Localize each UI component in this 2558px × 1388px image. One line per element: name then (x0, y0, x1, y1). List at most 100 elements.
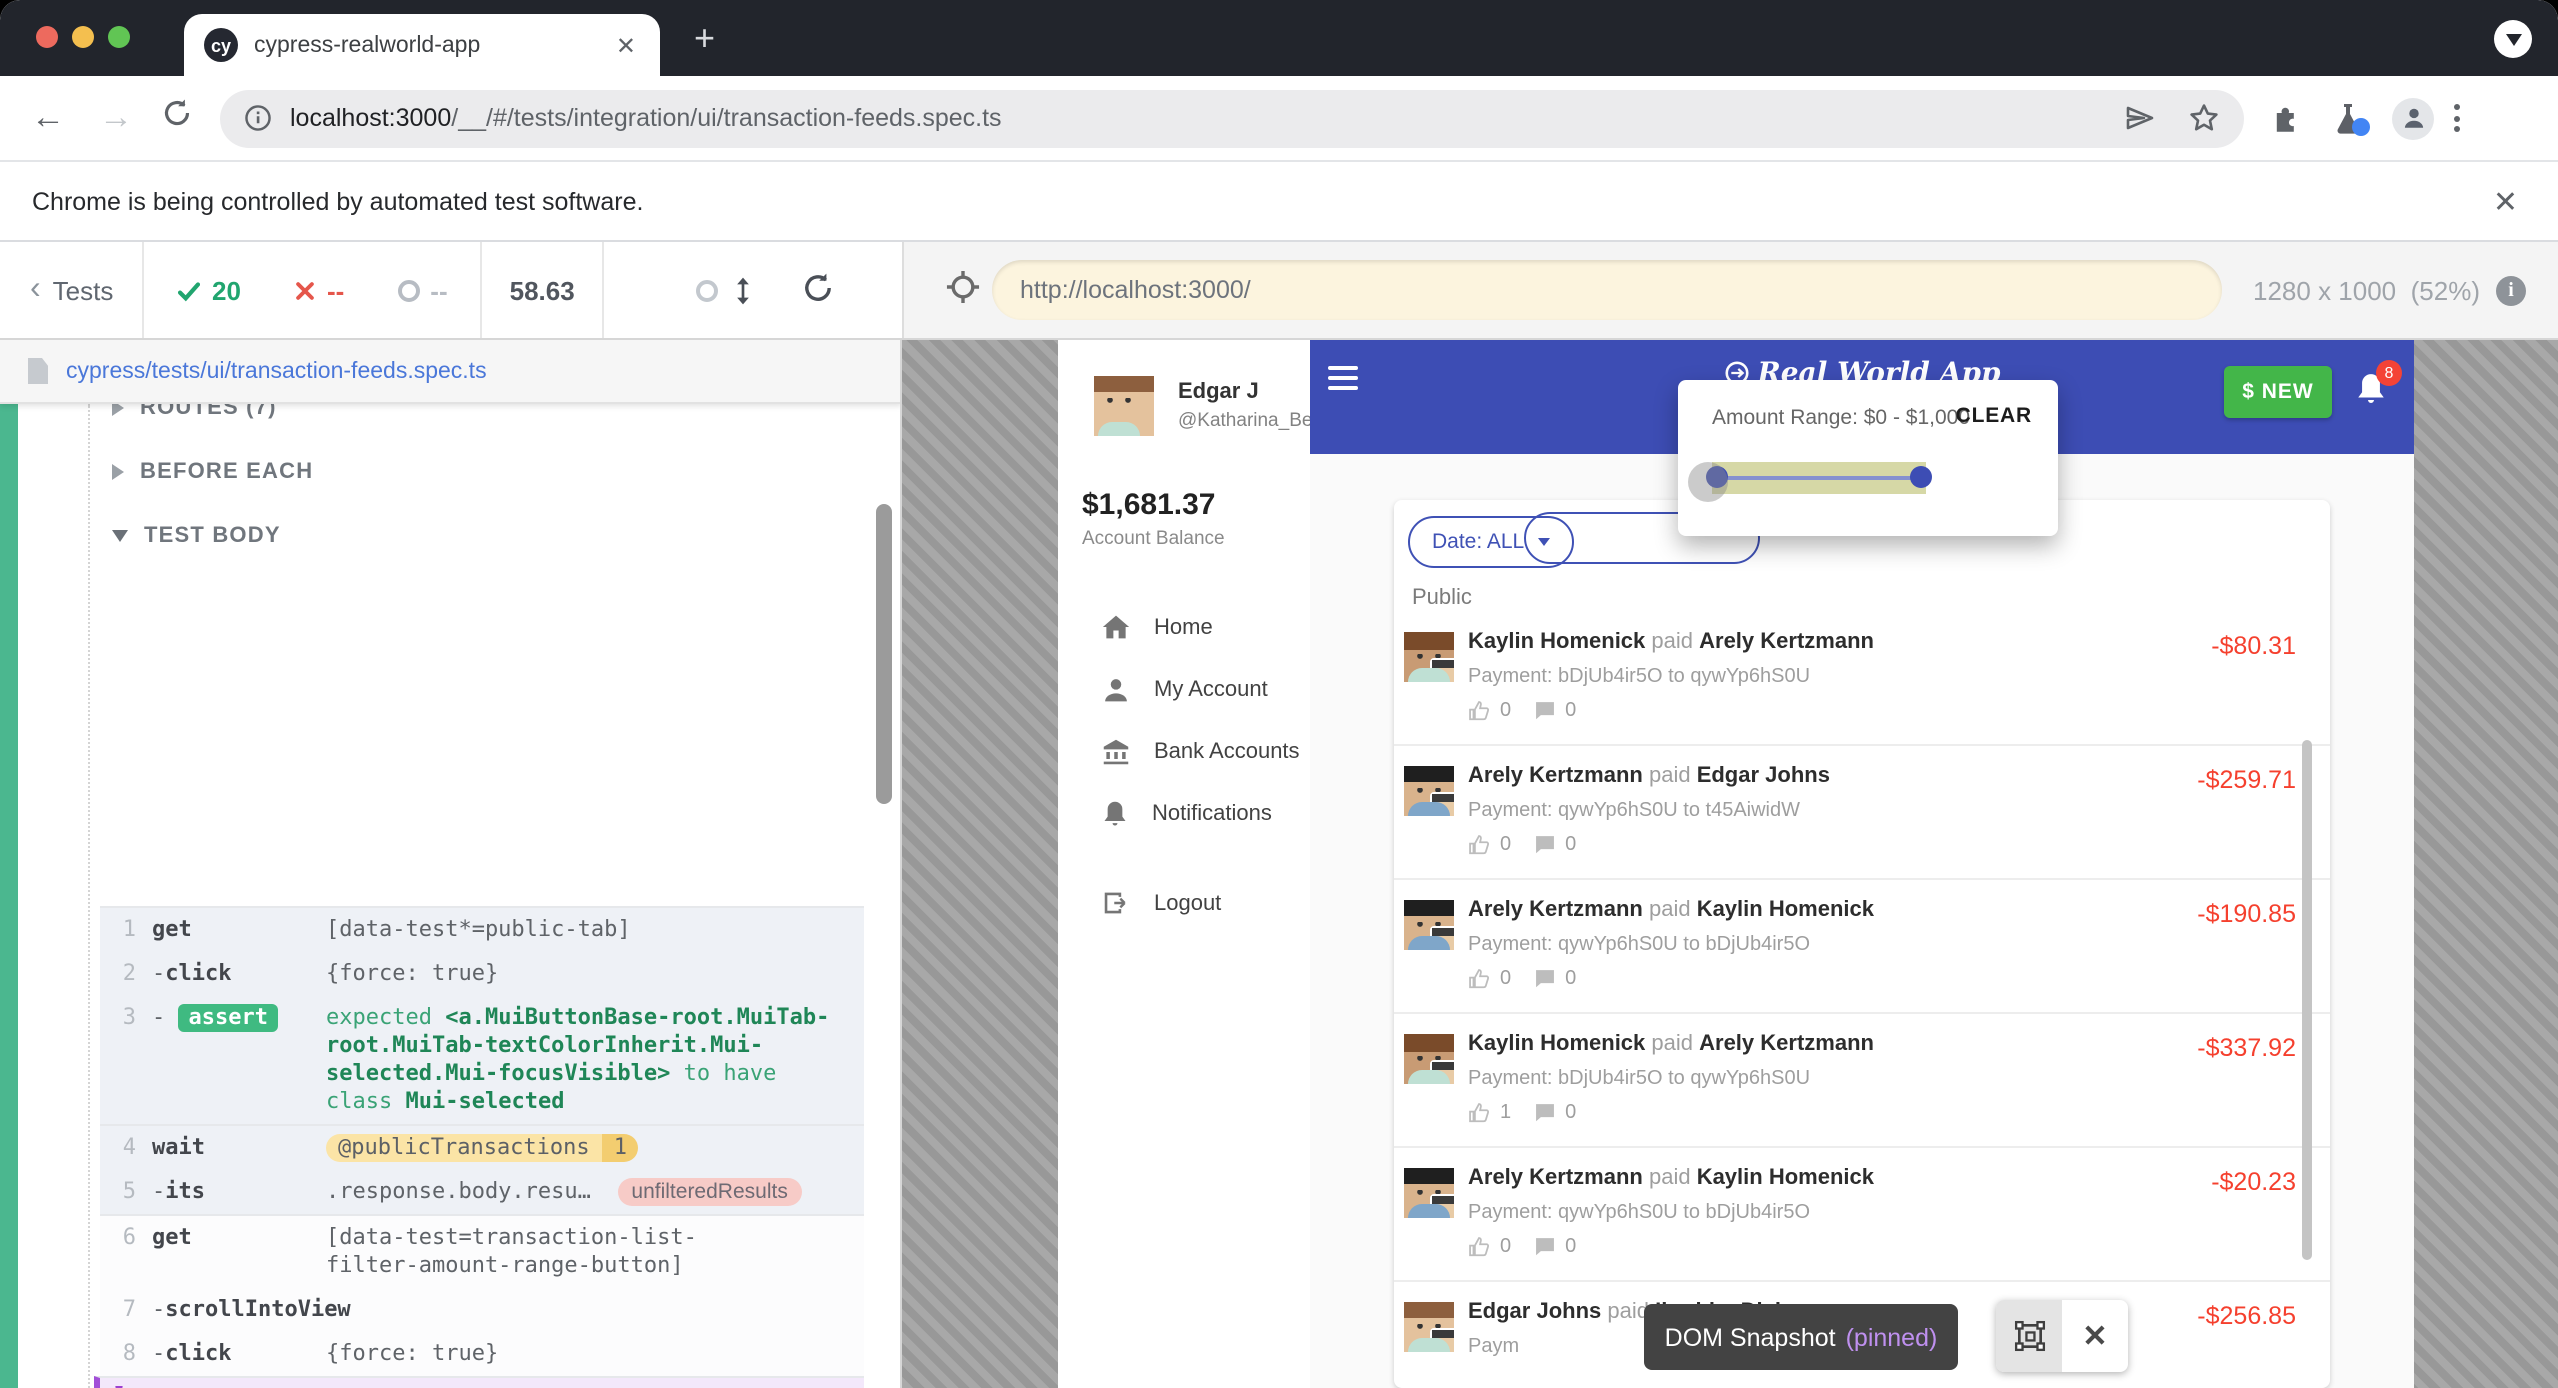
clear-filter-button[interactable]: CLEAR (1956, 404, 2032, 428)
tab-search-button[interactable] (2494, 20, 2532, 58)
sidebar-item-my-account[interactable]: My Account (1058, 658, 1310, 720)
bell-icon (1102, 799, 1128, 827)
command-row[interactable]: 7 -scrollIntoView (100, 1288, 864, 1332)
traffic-light-zoom[interactable] (108, 26, 130, 48)
comment-icon[interactable] (1533, 834, 1555, 856)
transaction-amount: -$256.85 (2197, 1302, 2296, 1330)
command-row-wait[interactable]: 4 wait @publicTransactions1 (100, 1126, 864, 1170)
forward-button[interactable]: → (96, 98, 136, 138)
browser-menu-button[interactable] (2454, 104, 2460, 132)
feed-heading: Public (1412, 586, 1472, 610)
receiver-avatar-badge (1430, 926, 1454, 950)
receiver-avatar-badge (1430, 658, 1454, 682)
cypress-extension-button[interactable] (2332, 101, 2364, 135)
aut-url-bar[interactable]: http://localhost:3000/ (992, 260, 2221, 320)
transaction-row[interactable]: Kaylin Homenick paid Arely Kertzmann Pay… (1394, 1014, 2330, 1148)
date-filter-chip[interactable]: Date: ALL (1408, 516, 1574, 568)
check-icon (176, 277, 202, 303)
feed-scrollbar-thumb[interactable] (2302, 740, 2312, 1260)
new-transaction-button[interactable]: $ NEW (2224, 366, 2332, 418)
viewport-size: 1280 x 1000 (52%) (2253, 275, 2480, 305)
command-row[interactable]: 8 -click {force: true} (100, 1332, 864, 1376)
reload-icon (161, 98, 191, 128)
new-tab-button[interactable]: + (694, 18, 715, 58)
like-icon[interactable] (1468, 700, 1490, 722)
scroll-toggle[interactable] (697, 275, 753, 305)
aut-preview-area: Edgar J @Katharina_Bernier $1,681.37 Acc… (902, 340, 2558, 1388)
like-icon[interactable] (1468, 1102, 1490, 1124)
sender-avatar (1404, 1168, 1454, 1218)
transaction-row[interactable]: Kaylin Homenick paid Arely Kertzmann Pay… (1394, 612, 2330, 746)
extensions-puzzle-icon[interactable] (2270, 101, 2304, 135)
comment-icon[interactable] (1533, 1236, 1555, 1258)
selector-playground-button[interactable] (946, 270, 980, 310)
comment-icon[interactable] (1533, 700, 1555, 722)
comment-icon[interactable] (1533, 968, 1555, 990)
tab-close-icon[interactable]: ✕ (612, 31, 640, 59)
transaction-row[interactable]: Arely Kertzmann paid Edgar Johns Payment… (1394, 746, 2330, 880)
sender-avatar (1404, 1302, 1454, 1352)
window-tab-bar: cy cypress-realworld-app ✕ + (0, 0, 2558, 76)
app-iframe: Edgar J @Katharina_Bernier $1,681.37 Acc… (1058, 340, 2414, 1388)
spec-file-link[interactable]: cypress/tests/ui/transaction-feeds.spec.… (66, 359, 487, 383)
browser-tab[interactable]: cy cypress-realworld-app ✕ (184, 14, 660, 76)
assert-badge: assert (179, 1004, 279, 1032)
rerun-tests-button[interactable] (803, 271, 835, 309)
tab-title: cypress-realworld-app (254, 33, 612, 57)
bank-icon (1102, 737, 1130, 765)
command-row-pinned[interactable]: get [data-test*=filter-amount-range- sli… (100, 1378, 864, 1388)
viewport-info-icon[interactable]: i (2496, 275, 2526, 305)
send-icon[interactable] (2124, 102, 2156, 134)
sidebar-item-notifications[interactable]: Notifications (1058, 782, 1310, 844)
person-icon (2399, 104, 2427, 132)
comment-icon[interactable] (1533, 1102, 1555, 1124)
url-text: localhost:3000/__/#/tests/integration/ui… (290, 104, 2124, 132)
reporter-scrollbar-thumb[interactable] (876, 504, 892, 804)
banner-close-icon[interactable]: ✕ (2493, 183, 2518, 219)
page-info-icon[interactable] (244, 104, 272, 132)
address-bar[interactable]: localhost:3000/__/#/tests/integration/ui… (220, 89, 2244, 147)
snapshot-close-button[interactable]: ✕ (2062, 1300, 2128, 1372)
account-balance-label: Account Balance (1082, 528, 1225, 550)
command-row[interactable]: 6 get [data-test=transaction-list- filte… (100, 1216, 864, 1288)
command-row[interactable]: 1 get [data-test*=public-tab] (100, 908, 864, 952)
reload-button[interactable] (156, 98, 196, 138)
transaction-row[interactable]: Arely Kertzmann paid Kaylin Homenick Pay… (1394, 1148, 2330, 1282)
traffic-light-minimize[interactable] (72, 26, 94, 48)
chevron-left-icon: ‹ (30, 272, 41, 308)
browser-toolbar: ← → localhost:3000/__/#/tests/integratio… (0, 76, 2558, 160)
pending-count: -- (398, 275, 447, 305)
suite-test-body[interactable]: TEST BODY (112, 524, 281, 548)
test-passed-bar (0, 404, 18, 1388)
command-row[interactable]: 5 -its .response.body.resu… unfilteredRe… (100, 1170, 864, 1214)
sidebar-item-logout[interactable]: Logout (1058, 872, 1310, 934)
traffic-light-close[interactable] (36, 26, 58, 48)
slider-track (1716, 476, 1922, 480)
snapshot-highlight-toggle[interactable] (1996, 1300, 2062, 1372)
like-icon[interactable] (1468, 834, 1490, 856)
sidebar-item-bank-accounts[interactable]: Bank Accounts (1058, 720, 1310, 782)
person-icon (1102, 675, 1130, 703)
reporter-panel: ROUTES (7) BEFORE EACH TEST BODY cypress… (0, 340, 902, 1388)
command-row[interactable]: 2 -click {force: true} (100, 952, 864, 996)
slider-thumb-min[interactable] (1706, 466, 1728, 488)
sidebar-item-home[interactable]: Home (1058, 596, 1310, 658)
passed-count: 20 (176, 275, 241, 305)
amount-range-popover: Amount Range: $0 - $1,000 CLEAR (1678, 380, 2058, 536)
back-button[interactable]: ← (28, 98, 68, 138)
like-icon[interactable] (1468, 1236, 1490, 1258)
suite-before-each[interactable]: BEFORE EACH (112, 460, 313, 484)
collapse-icon (112, 464, 124, 480)
transaction-row[interactable]: Arely Kertzmann paid Kaylin Homenick Pay… (1394, 880, 2330, 1014)
receiver-avatar-badge (1430, 1328, 1454, 1352)
slider-thumb-max[interactable] (1910, 466, 1932, 488)
amount-range-slider[interactable] (1712, 462, 1926, 494)
back-to-tests-link[interactable]: ‹ Tests (30, 272, 142, 308)
profile-button[interactable] (2392, 97, 2434, 139)
logout-icon (1102, 890, 1130, 916)
transaction-amount: -$190.85 (2197, 900, 2296, 928)
bookmark-star-icon[interactable] (2188, 102, 2220, 134)
transaction-amount: -$337.92 (2197, 1034, 2296, 1062)
command-row-assert[interactable]: 3 - assert expected <a.MuiButtonBase-roo… (100, 996, 864, 1124)
like-icon[interactable] (1468, 968, 1490, 990)
